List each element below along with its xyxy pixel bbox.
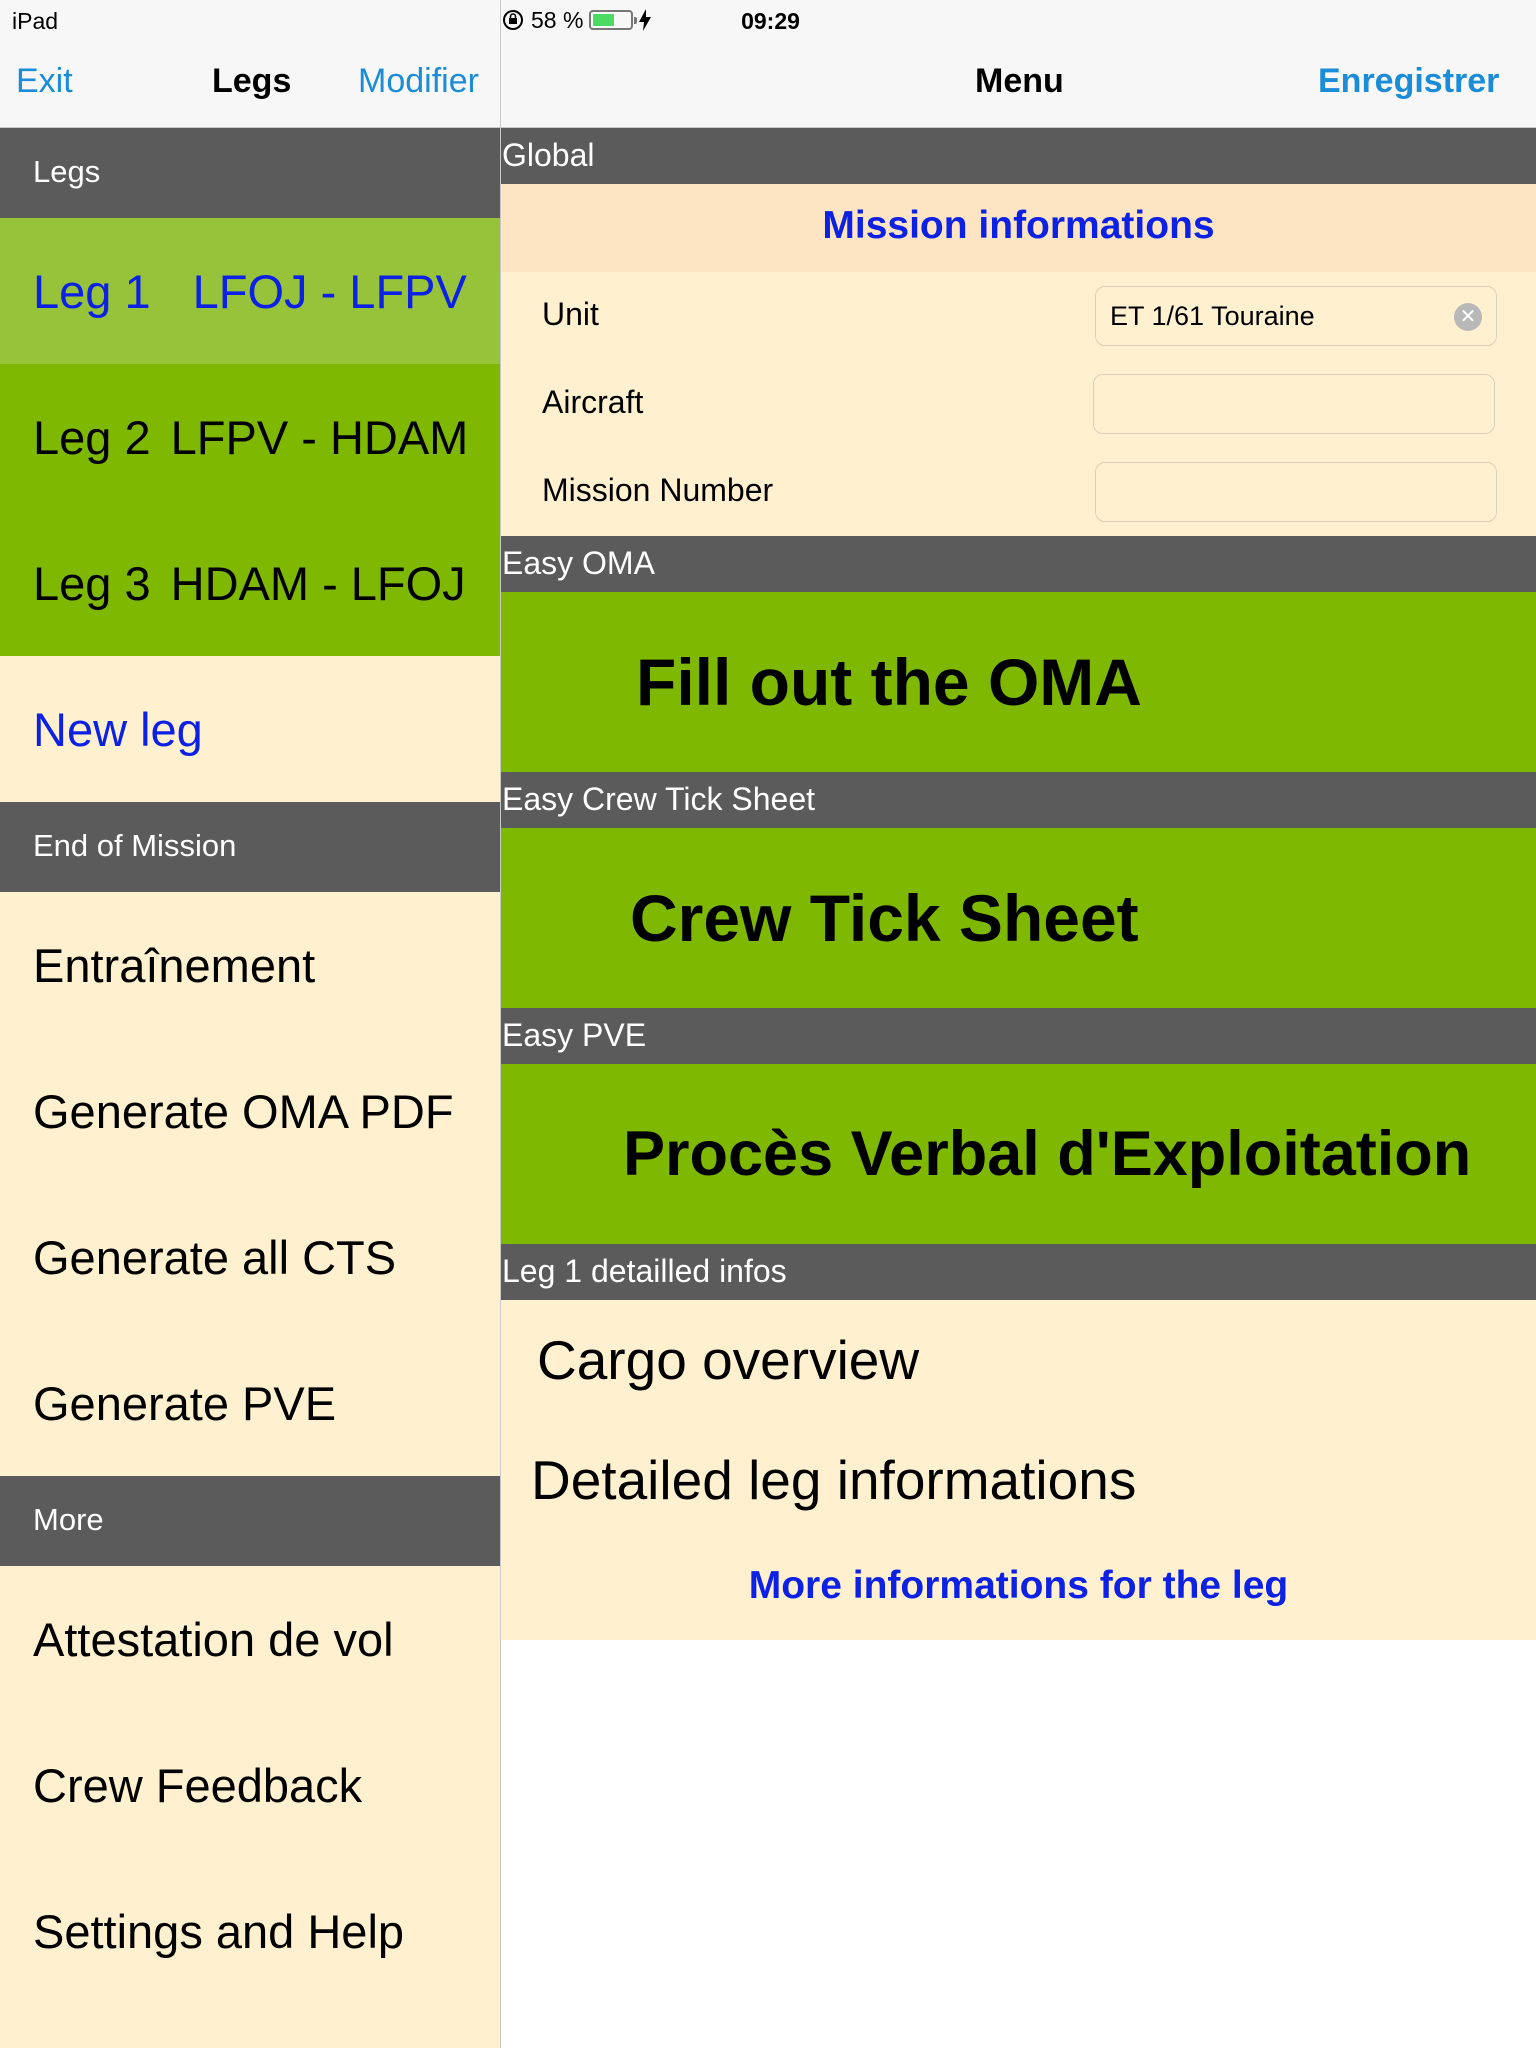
clear-icon[interactable]: ✕ (1454, 303, 1482, 331)
exit-button[interactable]: Exit (16, 62, 73, 101)
unit-row: Unit ET 1/61 Touraine ✕ (501, 272, 1536, 360)
cargo-overview-item[interactable]: Cargo overview (501, 1300, 1536, 1420)
mission-number-field[interactable] (1095, 462, 1497, 522)
legs-list: Legs Leg 1 LFOJ - LFPV Leg 2 LFPV - HDAM… (0, 128, 500, 2048)
leg-route: HDAM - LFOJ (170, 556, 466, 610)
menu-nav-title: Menu (975, 62, 1064, 100)
legs-nav-title: Legs (212, 62, 292, 100)
status-right: 58 % (501, 6, 1536, 34)
rotation-lock-icon (503, 10, 523, 30)
list-footer (0, 2004, 500, 2048)
battery-fill (593, 14, 615, 26)
leg-label: Leg 1 (33, 264, 151, 318)
leg-route: LFPV - HDAM (170, 410, 469, 464)
leg-row-2[interactable]: Leg 2 LFPV - HDAM (0, 364, 500, 510)
more-section-header: More (0, 1476, 500, 1566)
leg-label: Leg 3 (33, 556, 151, 610)
leg-route: LFOJ - LFPV (192, 264, 467, 318)
fill-oma-button[interactable]: Fill out the OMA (501, 592, 1536, 772)
detailed-leg-info-item[interactable]: Detailed leg informations (501, 1420, 1536, 1540)
easy-oma-section-header: Easy OMA (501, 536, 1536, 592)
battery-icon (589, 10, 638, 30)
settings-help-item[interactable]: Settings and Help (0, 1858, 500, 2004)
aircraft-label: Aircraft (542, 384, 644, 420)
leg-label: Leg 2 (33, 410, 151, 464)
legs-section-header: Legs (0, 128, 500, 218)
leg-detail-section-header: Leg 1 detailled infos (501, 1244, 1536, 1300)
unit-label: Unit (542, 296, 599, 332)
mission-info-title: Mission informations (501, 184, 1536, 272)
menu-nav-bar: Menu Enregistrer (501, 40, 1536, 128)
easy-pve-section-header: Easy PVE (501, 1008, 1536, 1064)
mission-number-row: Mission Number (501, 448, 1536, 536)
charging-bolt-icon (639, 9, 652, 31)
mission-number-label: Mission Number (542, 472, 774, 508)
battery-percent: 58 % (531, 6, 584, 33)
status-bar: iPad 09:29 58 % (0, 0, 1536, 40)
crew-feedback-item[interactable]: Crew Feedback (0, 1712, 500, 1858)
new-leg-button[interactable]: New leg (0, 656, 500, 802)
modify-button[interactable]: Modifier (358, 62, 479, 101)
pve-button[interactable]: Procès Verbal d'Exploitation (501, 1064, 1536, 1244)
more-leg-info-link[interactable]: More informations for the leg (501, 1540, 1536, 1640)
leg-row-1[interactable]: Leg 1 LFOJ - LFPV (0, 218, 500, 364)
generate-pve-item[interactable]: Generate PVE (0, 1330, 500, 1476)
end-of-mission-section-header: End of Mission (0, 802, 500, 892)
leg-row-3[interactable]: Leg 3 HDAM - LFOJ (0, 510, 500, 656)
crew-tick-sheet-button[interactable]: Crew Tick Sheet (501, 828, 1536, 1008)
global-section-header: Global (501, 128, 1536, 184)
easy-cts-section-header: Easy Crew Tick Sheet (501, 772, 1536, 828)
aircraft-field[interactable] (1093, 374, 1495, 434)
legs-nav-bar: Exit Legs Modifier (0, 40, 500, 128)
flight-certificate-item[interactable]: Attestation de vol (0, 1566, 500, 1712)
save-button[interactable]: Enregistrer (1318, 62, 1499, 101)
training-item[interactable]: Entraînement (0, 892, 500, 1038)
unit-field[interactable]: ET 1/61 Touraine ✕ (1095, 286, 1497, 346)
generate-all-cts-item[interactable]: Generate all CTS (0, 1184, 500, 1330)
aircraft-row: Aircraft (501, 360, 1536, 448)
menu-detail: Global Mission informations Unit ET 1/61… (501, 128, 1536, 1640)
generate-oma-pdf-item[interactable]: Generate OMA PDF (0, 1038, 500, 1184)
unit-value: ET 1/61 Touraine (1110, 301, 1315, 331)
